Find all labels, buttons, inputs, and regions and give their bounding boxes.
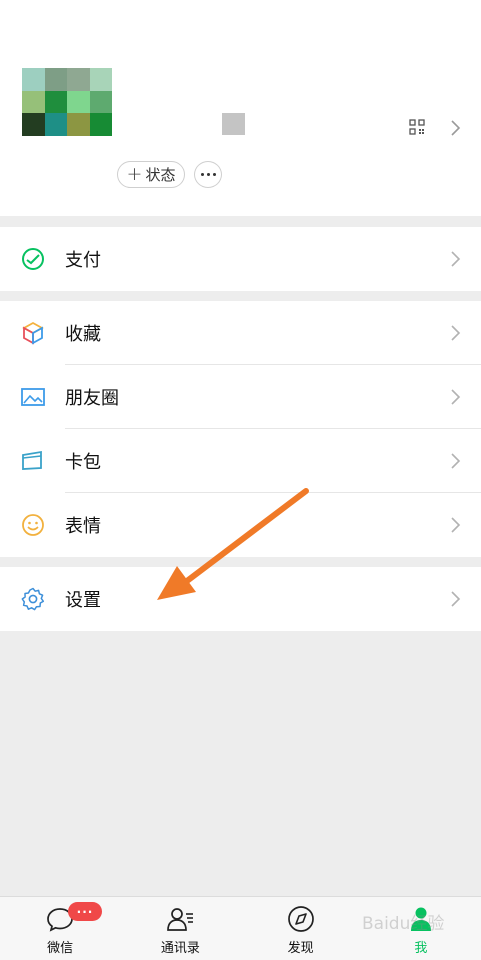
avatar-pixel xyxy=(67,90,90,114)
chevron-right-icon xyxy=(451,453,461,469)
chevron-right-icon xyxy=(451,325,461,341)
tab-label: 发现 xyxy=(287,941,314,956)
status-label: 状态 xyxy=(145,166,176,184)
avatar-pixel xyxy=(22,68,45,91)
compass-icon xyxy=(287,906,314,932)
avatar-pixel xyxy=(22,113,45,136)
moments-image-icon xyxy=(21,388,45,406)
dot xyxy=(200,173,204,176)
avatar-pixel xyxy=(67,68,90,91)
card-wallet-icon xyxy=(22,450,42,470)
tab-contacts[interactable]: 通讯录 xyxy=(120,897,240,960)
avatar-pixel xyxy=(89,113,112,136)
avatar-pixel xyxy=(67,113,90,136)
svg-text:Baidu经验: Baidu经验 xyxy=(362,914,444,934)
avatar-pixel xyxy=(89,90,112,114)
chevron-right-icon xyxy=(451,591,461,607)
menu-group-settings: 设置 xyxy=(0,567,481,631)
baidu-watermark-logo: Baidu经验 xyxy=(362,914,444,934)
menu-label: 支付 xyxy=(65,250,101,271)
avatar-pixel xyxy=(89,68,112,91)
menu-label: 设置 xyxy=(65,590,101,611)
menu-item-pay[interactable]: 支付 xyxy=(0,227,481,291)
chevron-right-icon[interactable] xyxy=(448,119,462,137)
profile-header[interactable]: + 状态 xyxy=(0,0,481,216)
menu-label: 朋友圈 xyxy=(65,388,119,409)
chevron-right-icon xyxy=(451,251,461,267)
smiley-icon xyxy=(22,514,44,536)
gear-icon xyxy=(21,587,45,611)
pay-icon xyxy=(22,248,44,270)
qr-code-icon[interactable] xyxy=(409,119,425,135)
menu-group-main: 收藏 朋友圈 卡包 表情 xyxy=(0,301,481,557)
tab-chats[interactable]: ··· 微信 xyxy=(0,897,120,960)
menu-label: 表情 xyxy=(65,516,101,537)
menu-item-stickers[interactable]: 表情 xyxy=(0,493,481,557)
dot xyxy=(212,173,216,176)
menu-item-cards[interactable]: 卡包 xyxy=(0,429,481,493)
menu-item-moments[interactable]: 朋友圈 xyxy=(0,365,481,429)
menu-item-settings[interactable]: 设置 xyxy=(0,567,481,631)
favorites-cube-icon xyxy=(22,321,44,345)
dot xyxy=(206,173,210,176)
avatar-pixel xyxy=(44,113,67,136)
avatar[interactable] xyxy=(22,68,112,136)
more-options-button[interactable] xyxy=(194,161,222,188)
avatar-pixel xyxy=(44,90,67,114)
menu-group-pay: 支付 xyxy=(0,227,481,291)
plus-icon: + xyxy=(126,163,143,185)
contacts-icon xyxy=(167,908,194,931)
chevron-right-icon xyxy=(451,517,461,533)
tab-label: 微信 xyxy=(47,941,74,956)
menu-item-favorites[interactable]: 收藏 xyxy=(0,301,481,365)
avatar-pixel xyxy=(44,68,67,91)
avatar-pixel xyxy=(22,90,45,114)
tab-discover[interactable]: 发现 xyxy=(241,897,361,960)
menu-label: 卡包 xyxy=(65,452,101,473)
chevron-right-icon xyxy=(451,389,461,405)
menu-label: 收藏 xyxy=(65,324,101,345)
nickname-placeholder xyxy=(222,113,245,135)
tab-label: 通讯录 xyxy=(160,941,200,956)
unread-badge: ··· xyxy=(68,902,102,921)
add-status-button[interactable]: + 状态 xyxy=(117,161,185,188)
